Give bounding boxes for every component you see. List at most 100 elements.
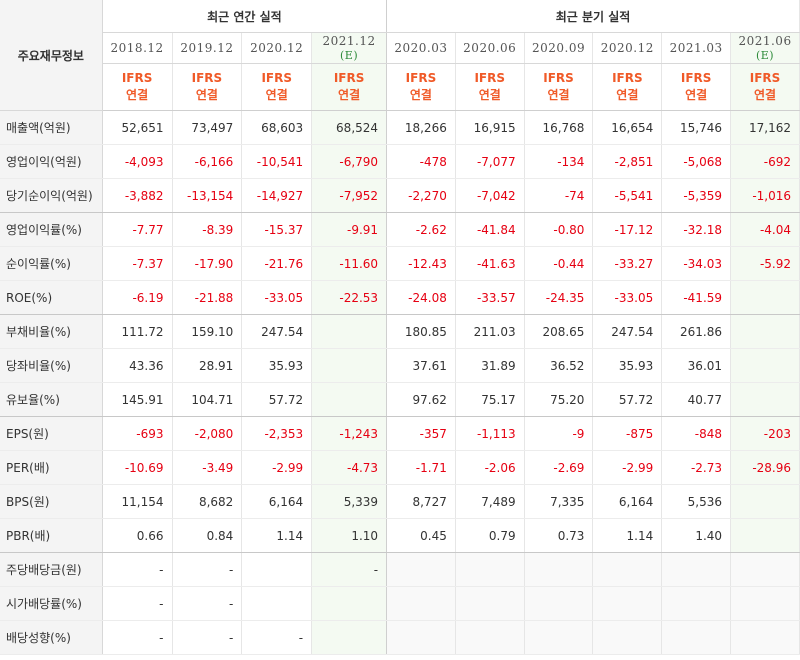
value-cell: -2,353	[241, 416, 313, 451]
financial-summary-table: 주요재무정보 최근 연간 실적 최근 분기 실적 2018.12 2019.12 2…	[0, 0, 800, 655]
period-label: 2020.12	[250, 41, 304, 55]
value-cell	[730, 348, 800, 383]
table-row: PBR(배) 0.66 0.84 1.14 1.10 0.45 0.79 0.73 1.14 1.…	[0, 518, 800, 553]
row-label: 배당성향(%)	[0, 620, 103, 655]
value-cell: 1.40	[661, 518, 732, 553]
basis-header: IFRS 연결	[311, 63, 388, 111]
value-cell: 52,651	[102, 110, 173, 145]
row-label: PER(배)	[0, 450, 103, 485]
value-cell: 37.61	[386, 348, 456, 383]
value-cell	[311, 586, 388, 621]
value-cell	[241, 586, 313, 621]
value-cell	[524, 552, 594, 587]
value-cell: -5,068	[661, 144, 732, 179]
table-row: 부채비율(%) 111.72 159.10 247.54 180.85 211.03 208…	[0, 314, 800, 349]
value-cell: 57.72	[241, 382, 313, 417]
value-cell: -8.39	[172, 212, 243, 247]
value-cell: -357	[386, 416, 456, 451]
value-cell	[592, 552, 663, 587]
value-cell: 73,497	[172, 110, 243, 145]
value-cell: 1.10	[311, 518, 388, 553]
value-cell: -1.71	[386, 450, 456, 485]
value-cell: -2,080	[172, 416, 243, 451]
value-cell: 0.84	[172, 518, 243, 553]
table-row: 영업이익률(%) -7.77 -8.39 -15.37 -9.91 -2.62 -41.84…	[0, 212, 800, 247]
basis-standard: IFRS	[261, 71, 292, 85]
value-cell	[311, 620, 388, 655]
value-cell: -33.05	[592, 280, 663, 315]
value-cell: -2.99	[592, 450, 663, 485]
value-cell: -1,113	[455, 416, 525, 451]
value-cell: 35.93	[241, 348, 313, 383]
row-label: 영업이익률(%)	[0, 212, 103, 247]
value-cell	[311, 382, 388, 417]
value-cell: -7.77	[102, 212, 173, 247]
value-cell: -9.91	[311, 212, 388, 247]
basis-header: IFRS 연결	[730, 63, 800, 111]
basis-consolidation: 연결	[478, 88, 501, 102]
value-cell	[661, 620, 732, 655]
value-cell: -4,093	[102, 144, 173, 179]
value-cell: -15.37	[241, 212, 313, 247]
value-cell: 40.77	[661, 382, 732, 417]
value-cell: -41.59	[661, 280, 732, 315]
row-label: EPS(원)	[0, 416, 103, 451]
value-cell: 0.66	[102, 518, 173, 553]
value-cell	[730, 586, 800, 621]
value-cell: -693	[102, 416, 173, 451]
value-cell: -	[311, 552, 388, 587]
basis-consolidation: 연결	[126, 88, 149, 102]
value-cell: -3,882	[102, 178, 173, 213]
table-row: 주당배당금(원) - - -	[0, 552, 800, 587]
table-row: EPS(원) -693 -2,080 -2,353 -1,243 -357 -1,113 -9…	[0, 416, 800, 451]
value-cell: -33.05	[241, 280, 313, 315]
value-cell: 17,162	[730, 110, 800, 145]
basis-consolidation: 연결	[338, 88, 361, 102]
value-cell: 28.91	[172, 348, 243, 383]
table-row: 영업이익(억원) -4,093 -6,166 -10,541 -6,790 -478 -7,…	[0, 144, 800, 179]
table-row: 순이익률(%) -7.37 -17.90 -21.76 -11.60 -12.43 -41.…	[0, 246, 800, 281]
value-cell: -875	[592, 416, 663, 451]
row-label: PBR(배)	[0, 518, 103, 553]
value-cell	[386, 552, 456, 587]
value-cell: -	[172, 620, 243, 655]
value-cell: -41.84	[455, 212, 525, 247]
period-header: 2020.12	[241, 32, 313, 64]
value-cell: 0.73	[524, 518, 594, 553]
period-header: 2021.06 (E)	[730, 32, 800, 64]
value-cell: 261.86	[661, 314, 732, 349]
basis-consolidation: 연결	[616, 88, 639, 102]
period-header: 2021.12 (E)	[311, 32, 388, 64]
value-cell: 16,654	[592, 110, 663, 145]
value-cell: 1.14	[241, 518, 313, 553]
period-label: 2020.03	[394, 41, 448, 55]
value-cell: -4.04	[730, 212, 800, 247]
value-cell: -6.19	[102, 280, 173, 315]
value-cell	[386, 620, 456, 655]
row-label: 부채비율(%)	[0, 314, 103, 349]
value-cell: -2.06	[455, 450, 525, 485]
value-cell: 0.45	[386, 518, 456, 553]
value-cell: -5,541	[592, 178, 663, 213]
value-cell: 36.52	[524, 348, 594, 383]
value-cell: 16,915	[455, 110, 525, 145]
value-cell	[241, 552, 313, 587]
basis-header: IFRS 연결	[386, 63, 456, 111]
value-cell: -5,359	[661, 178, 732, 213]
value-cell: -17.12	[592, 212, 663, 247]
value-cell: -10,541	[241, 144, 313, 179]
value-cell	[592, 586, 663, 621]
basis-header: IFRS 연결	[661, 63, 732, 111]
row-label: ROE(%)	[0, 280, 103, 315]
value-cell: 75.17	[455, 382, 525, 417]
period-header: 2020.09	[524, 32, 594, 64]
period-header: 2020.12	[592, 32, 663, 64]
value-cell: -24.35	[524, 280, 594, 315]
value-cell: -	[102, 552, 173, 587]
value-cell: -2.62	[386, 212, 456, 247]
value-cell: -11.60	[311, 246, 388, 281]
value-cell: -7,077	[455, 144, 525, 179]
basis-header: IFRS 연결	[455, 63, 525, 111]
row-label: 당기순이익(억원)	[0, 178, 103, 213]
value-cell: -10.69	[102, 450, 173, 485]
